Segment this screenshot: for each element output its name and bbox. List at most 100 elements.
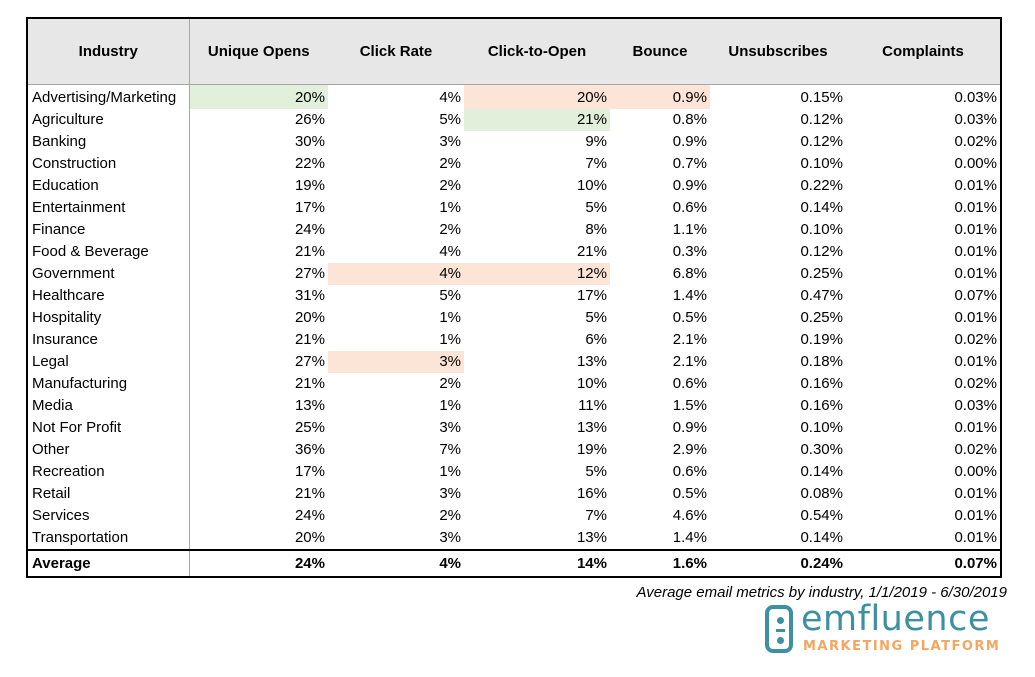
table-row: Advertising/Marketing 20% 4% 20% 0.9% 0.15% 0.… bbox=[28, 84, 1000, 109]
cell-industry: Media bbox=[28, 395, 190, 417]
cell-click-to-open: 21% bbox=[464, 109, 610, 131]
cell-unsubscribes: 0.25% bbox=[800, 265, 843, 282]
cell-bounce: 0.5% bbox=[672, 309, 707, 326]
cell-bounce: 4.6% bbox=[672, 507, 707, 524]
average-row: Average 24% 4% 14% 1.6% 0.24% 0.07% bbox=[28, 549, 1000, 576]
cell-complaints: 0.03% bbox=[954, 89, 997, 106]
cell-click-to-open: 9% bbox=[585, 133, 607, 150]
cell-unsubscribes: 0.08% bbox=[800, 485, 843, 502]
header-complaints: Complaints bbox=[846, 19, 1000, 85]
table-row: Legal 27% 3% 13% 2.1% 0.18% 0.01% bbox=[28, 351, 1000, 373]
cell-unique-opens: 20% bbox=[189, 84, 328, 109]
emfluence-logo: emfluence MARKETING PLATFORM bbox=[765, 599, 1005, 661]
table-row: Banking 30% 3% 9% 0.9% 0.12% 0.02% bbox=[28, 131, 1000, 153]
cell-click-rate: 7% bbox=[439, 441, 461, 458]
cell-click-to-open: 8% bbox=[585, 221, 607, 238]
cell-unique-opens: 17% bbox=[294, 199, 325, 216]
cell-unsubscribes: 0.15% bbox=[800, 89, 843, 106]
cell-complaints: 0.02% bbox=[954, 331, 997, 348]
cell-unsubscribes: 0.10% bbox=[800, 221, 843, 238]
table-row: Not For Profit 25% 3% 13% 0.9% 0.10% 0.01% bbox=[28, 417, 1000, 439]
logo-dot-top bbox=[777, 617, 784, 624]
cell-unique-opens: 25% bbox=[294, 419, 325, 436]
cell-unsubscribes: 0.19% bbox=[800, 331, 843, 348]
cell-bounce: 2.9% bbox=[672, 441, 707, 458]
cell-click-rate: 2% bbox=[439, 177, 461, 194]
cell-complaints: 0.07% bbox=[846, 549, 1000, 576]
table-row: Agriculture 26% 5% 21% 0.8% 0.12% 0.03% bbox=[28, 109, 1000, 131]
cell-bounce: 0.5% bbox=[672, 485, 707, 502]
cell-unique-opens: 30% bbox=[294, 133, 325, 150]
cell-click-rate: 1% bbox=[439, 331, 461, 348]
cell-click-rate: 2% bbox=[439, 155, 461, 172]
cell-click-to-open: 12% bbox=[464, 263, 610, 285]
cell-industry: Banking bbox=[28, 131, 190, 153]
cell-bounce: 0.6% bbox=[672, 375, 707, 392]
cell-click-to-open: 14% bbox=[464, 549, 610, 576]
cell-complaints: 0.01% bbox=[954, 353, 997, 370]
cell-unique-opens: 21% bbox=[294, 375, 325, 392]
cell-unique-opens: 27% bbox=[294, 353, 325, 370]
cell-unsubscribes: 0.12% bbox=[800, 243, 843, 260]
cell-complaints: 0.01% bbox=[954, 199, 997, 216]
cell-click-rate: 1% bbox=[439, 309, 461, 326]
table-row: Hospitality 20% 1% 5% 0.5% 0.25% 0.01% bbox=[28, 307, 1000, 329]
cell-click-rate: 4% bbox=[328, 263, 464, 285]
header-unique-opens: Unique Opens bbox=[189, 19, 328, 85]
cell-click-to-open: 13% bbox=[576, 353, 607, 370]
cell-industry: Hospitality bbox=[28, 307, 190, 329]
cell-industry: Government bbox=[28, 263, 190, 285]
cell-click-to-open: 16% bbox=[576, 485, 607, 502]
table-row: Transportation 20% 3% 13% 1.4% 0.14% 0.01% bbox=[28, 527, 1000, 550]
cell-unsubscribes: 0.14% bbox=[800, 529, 843, 546]
cell-unsubscribes: 0.14% bbox=[800, 463, 843, 480]
table-row: Food & Beverage 21% 4% 21% 0.3% 0.12% 0.01% bbox=[28, 241, 1000, 263]
table-row: Other 36% 7% 19% 2.9% 0.30% 0.02% bbox=[28, 439, 1000, 461]
cell-click-rate: 1% bbox=[439, 199, 461, 216]
header-bounce: Bounce bbox=[610, 19, 710, 85]
logo-tagline: MARKETING PLATFORM bbox=[803, 639, 1001, 654]
cell-bounce: 1.5% bbox=[672, 397, 707, 414]
cell-unsubscribes: 0.22% bbox=[800, 177, 843, 194]
cell-bounce: 0.9% bbox=[672, 177, 707, 194]
cell-unique-opens: 24% bbox=[294, 507, 325, 524]
cell-complaints: 0.02% bbox=[954, 441, 997, 458]
cell-click-rate: 3% bbox=[328, 351, 464, 373]
table-row: Entertainment 17% 1% 5% 0.6% 0.14% 0.01% bbox=[28, 197, 1000, 219]
header-click-rate: Click Rate bbox=[328, 19, 464, 85]
cell-unique-opens: 17% bbox=[294, 463, 325, 480]
cell-industry: Recreation bbox=[28, 461, 190, 483]
cell-click-rate: 3% bbox=[439, 419, 461, 436]
logo-dash bbox=[776, 629, 785, 632]
cell-complaints: 0.01% bbox=[954, 507, 997, 524]
cell-bounce: 1.6% bbox=[610, 549, 710, 576]
cell-industry: Legal bbox=[28, 351, 190, 373]
cell-unsubscribes: 0.16% bbox=[800, 397, 843, 414]
cell-click-to-open: 6% bbox=[585, 331, 607, 348]
cell-click-rate: 2% bbox=[439, 221, 461, 238]
cell-click-to-open: 21% bbox=[576, 243, 607, 260]
header-row: Industry Unique Opens Click Rate Click-t… bbox=[28, 19, 1000, 85]
cell-bounce: 1.1% bbox=[672, 221, 707, 238]
cell-unsubscribes: 0.47% bbox=[800, 287, 843, 304]
cell-industry: Healthcare bbox=[28, 285, 190, 307]
cell-unique-opens: 31% bbox=[294, 287, 325, 304]
header-click-to-open: Click-to-Open bbox=[464, 19, 610, 85]
cell-click-to-open: 7% bbox=[585, 507, 607, 524]
cell-click-rate: 4% bbox=[439, 243, 461, 260]
cell-unique-opens: 26% bbox=[294, 111, 325, 128]
cell-unique-opens: 27% bbox=[294, 265, 325, 282]
cell-bounce: 0.6% bbox=[672, 199, 707, 216]
cell-complaints: 0.02% bbox=[954, 133, 997, 150]
cell-unsubscribes: 0.54% bbox=[800, 507, 843, 524]
cell-complaints: 0.01% bbox=[954, 243, 997, 260]
cell-unique-opens: 24% bbox=[294, 221, 325, 238]
table-body: Advertising/Marketing 20% 4% 20% 0.9% 0.15% 0.… bbox=[28, 84, 1000, 576]
logo-dot-bottom bbox=[777, 637, 784, 644]
cell-click-to-open: 5% bbox=[585, 199, 607, 216]
cell-unique-opens: 21% bbox=[294, 331, 325, 348]
cell-click-rate: 5% bbox=[439, 111, 461, 128]
cell-bounce: 6.8% bbox=[672, 265, 707, 282]
cell-click-rate: 2% bbox=[439, 375, 461, 392]
cell-bounce: 2.1% bbox=[672, 331, 707, 348]
